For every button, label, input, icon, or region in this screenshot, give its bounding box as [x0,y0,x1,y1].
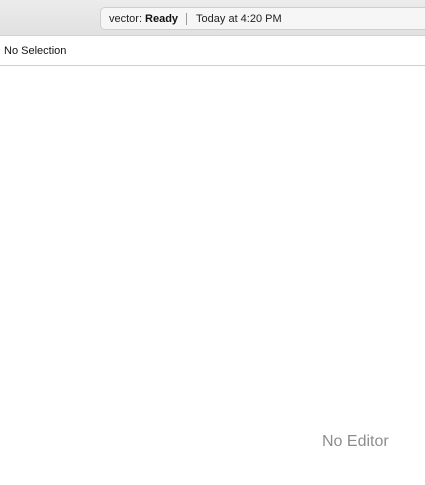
no-editor-placeholder: No Editor [322,433,389,450]
activity-status-view[interactable]: vector: Ready Today at 4:20 PM [100,7,425,30]
status-timestamp: Today at 4:20 PM [196,12,282,25]
status-separator [186,12,188,25]
jump-bar[interactable]: No Selection [0,36,425,66]
editor-area: No Editor [0,66,425,485]
status-scheme-label: vector: [109,12,143,25]
status-state-label: Ready [145,12,179,25]
jump-bar-label: No Selection [4,44,67,57]
window-toolbar: vector: Ready Today at 4:20 PM [0,0,425,36]
